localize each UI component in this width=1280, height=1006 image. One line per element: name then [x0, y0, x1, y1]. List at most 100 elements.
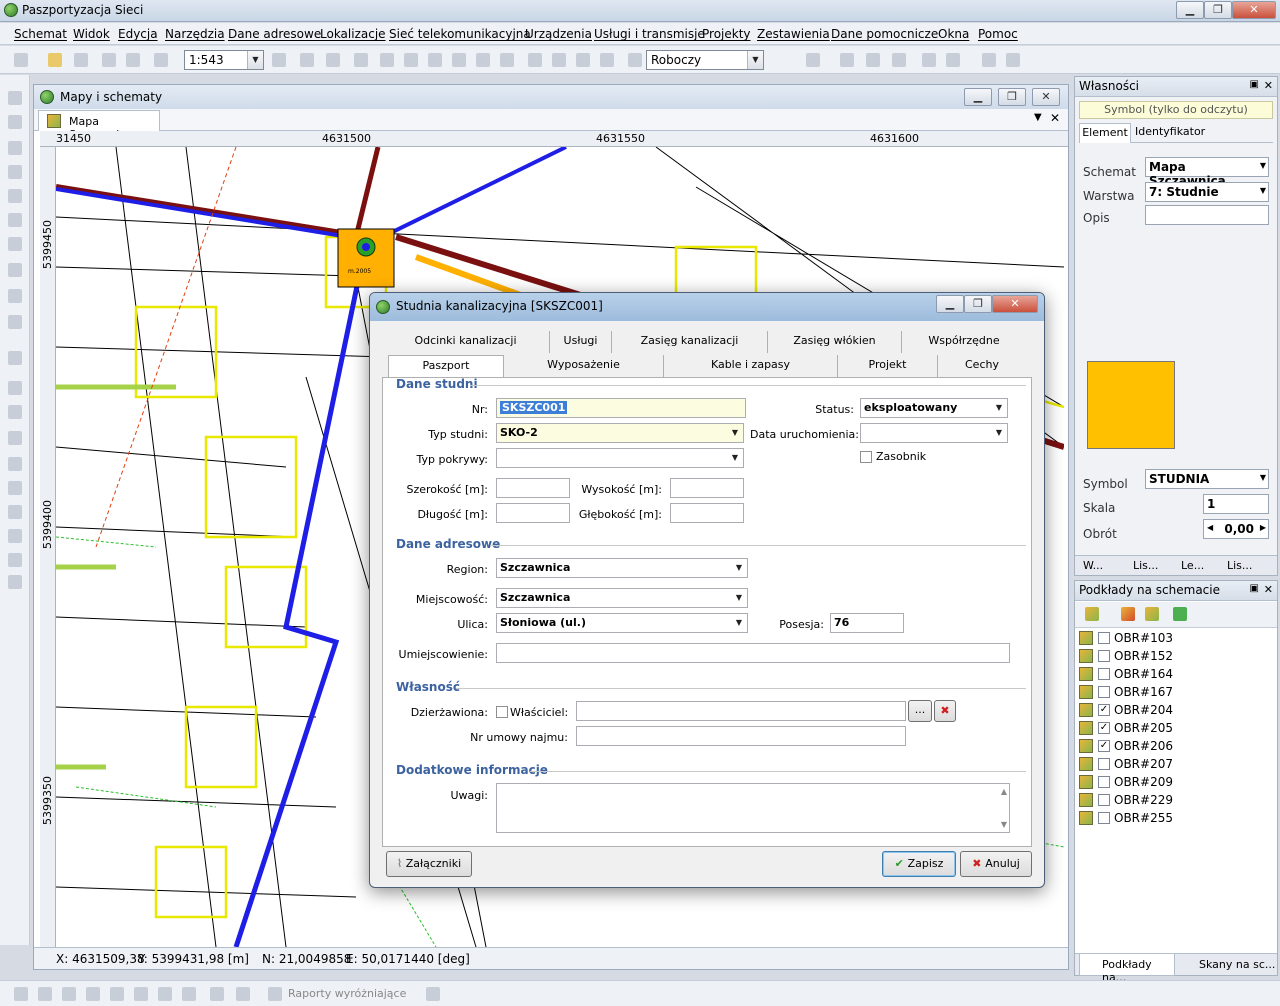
- tool-icon[interactable]: [426, 987, 440, 1001]
- tab-paszport[interactable]: Paszport: [388, 355, 504, 377]
- delete-icon[interactable]: [8, 457, 22, 471]
- layer-checkbox[interactable]: ✓: [1098, 722, 1110, 734]
- pin-icon[interactable]: ▣: [1250, 79, 1259, 90]
- tab-kable[interactable]: Kable i zapasy: [664, 355, 838, 377]
- region-combo[interactable]: Szczawnica ▼: [496, 558, 748, 578]
- grid-icon[interactable]: [354, 53, 368, 67]
- layer-checkbox[interactable]: [1098, 650, 1110, 662]
- menu-lokalizacje[interactable]: Lokalizacje: [320, 27, 386, 41]
- posesja-field[interactable]: 76: [830, 613, 904, 633]
- minimize-icon[interactable]: ▁: [936, 295, 964, 313]
- tool-icon[interactable]: [922, 53, 936, 67]
- zalaczniki-button[interactable]: ⌇ Załączniki: [386, 851, 472, 877]
- dzierzawiona-checkbox[interactable]: [496, 706, 508, 718]
- menu-narzedzia[interactable]: Narzędzia: [165, 27, 225, 41]
- tool-icon[interactable]: [236, 987, 250, 1001]
- tool-icon[interactable]: [8, 213, 22, 227]
- tool-icon[interactable]: [452, 53, 466, 67]
- tool-icon[interactable]: [8, 529, 22, 543]
- tool-icon[interactable]: [86, 987, 100, 1001]
- tab-element[interactable]: Element: [1079, 123, 1131, 143]
- miejscowosc-combo[interactable]: Szczawnica ▼: [496, 588, 748, 608]
- layer-checkbox[interactable]: [1098, 668, 1110, 680]
- layer-checkbox[interactable]: ✓: [1098, 704, 1110, 716]
- menu-dane-adresowe[interactable]: Dane adresowe: [228, 27, 321, 41]
- layer-checkbox[interactable]: [1098, 776, 1110, 788]
- open-folder-icon[interactable]: [48, 53, 62, 67]
- zoom-icon[interactable]: [272, 53, 286, 67]
- maximize-icon[interactable]: ❐: [964, 295, 992, 313]
- tab-projekt[interactable]: Projekt: [838, 355, 938, 377]
- tab-lis-2[interactable]: Lis...: [1227, 559, 1252, 572]
- tool-icon[interactable]: [8, 289, 22, 303]
- tool-icon[interactable]: [300, 53, 314, 67]
- tool-icon[interactable]: [38, 987, 52, 1001]
- obrot-spinner[interactable]: ◀ 0,00 ▶: [1203, 519, 1269, 539]
- glebokosc-field[interactable]: [670, 503, 744, 523]
- reports-button[interactable]: Raporty wyróżniające: [288, 987, 406, 1000]
- info-icon[interactable]: [476, 53, 490, 67]
- tool-icon[interactable]: [8, 481, 22, 495]
- tool-icon[interactable]: [134, 987, 148, 1001]
- close-icon[interactable]: ✕: [1032, 88, 1060, 106]
- print-icon[interactable]: [126, 53, 140, 67]
- tool-icon[interactable]: [1006, 53, 1020, 67]
- menu-edycja[interactable]: Edycja: [118, 27, 158, 41]
- tool-icon[interactable]: [806, 53, 820, 67]
- clear-owner-icon[interactable]: ✖: [934, 700, 956, 722]
- menu-uslugi[interactable]: Usługi i transmisje: [594, 27, 705, 41]
- tab-odcinki[interactable]: Odcinki kanalizacji: [382, 331, 550, 353]
- maximize-icon[interactable]: ❐: [1204, 1, 1232, 19]
- layer-checkbox[interactable]: ✓: [1098, 740, 1110, 752]
- new-icon[interactable]: [14, 53, 28, 67]
- dlugosc-field[interactable]: [496, 503, 570, 523]
- tab-close-icon[interactable]: ✕: [1050, 111, 1060, 125]
- tool-icon[interactable]: [404, 53, 418, 67]
- tool-icon[interactable]: [600, 53, 614, 67]
- pin-icon[interactable]: ▣: [1250, 583, 1259, 594]
- minimize-icon[interactable]: ▁: [964, 88, 992, 106]
- tab-uslugi[interactable]: Usługi: [550, 331, 612, 353]
- tool-icon[interactable]: [982, 53, 996, 67]
- status-combo[interactable]: eksploatowany ▼: [860, 398, 1008, 418]
- tab-dropdown-icon[interactable]: ▼: [1034, 112, 1042, 123]
- refresh-icon[interactable]: [1173, 607, 1187, 621]
- skala-field[interactable]: 1: [1203, 494, 1269, 514]
- tool-icon[interactable]: [8, 141, 22, 155]
- tab-identyfikator[interactable]: Identyfikator: [1135, 125, 1205, 138]
- menu-zestawienia[interactable]: Zestawienia: [757, 27, 830, 41]
- tool-icon[interactable]: [552, 53, 566, 67]
- minimize-icon[interactable]: ▁: [1176, 1, 1204, 19]
- tool-icon[interactable]: [8, 91, 22, 105]
- tool-icon[interactable]: [8, 115, 22, 129]
- menu-schemat[interactable]: Schemat: [14, 27, 67, 41]
- nr-umowy-field[interactable]: [576, 726, 906, 746]
- menu-widok[interactable]: Widok: [73, 27, 110, 41]
- tab-zasieg-kanalizacji[interactable]: Zasięg kanalizacji: [612, 331, 768, 353]
- typ-pokrywy-combo[interactable]: ▼: [496, 448, 744, 468]
- tab-wspolrzedne[interactable]: Współrzędne: [902, 331, 1026, 353]
- layer-props-icon[interactable]: [1145, 607, 1159, 621]
- tool-icon[interactable]: [62, 987, 76, 1001]
- report-icon[interactable]: [268, 987, 282, 1001]
- close-icon[interactable]: ✕: [992, 295, 1038, 313]
- close-icon[interactable]: ✕: [1264, 79, 1273, 92]
- layer-checkbox[interactable]: [1098, 758, 1110, 770]
- tool-icon[interactable]: [866, 53, 880, 67]
- tool-icon[interactable]: [182, 987, 196, 1001]
- tool-icon[interactable]: [380, 53, 394, 67]
- close-icon[interactable]: ✕: [1232, 1, 1276, 19]
- data-uruchomienia-picker[interactable]: ▼: [860, 423, 1008, 443]
- tool-icon[interactable]: [892, 53, 906, 67]
- tool-icon[interactable]: [8, 381, 22, 395]
- tab-podklady[interactable]: Podkłady na...: [1079, 954, 1175, 984]
- tool-icon[interactable]: [8, 351, 22, 365]
- tool-icon[interactable]: [500, 53, 514, 67]
- wysokosc-field[interactable]: [670, 478, 744, 498]
- tool-icon[interactable]: [8, 189, 22, 203]
- tool-icon[interactable]: [428, 53, 442, 67]
- pointer-icon[interactable]: [628, 53, 642, 67]
- wlasciciel-field[interactable]: [576, 701, 906, 721]
- layer-checkbox[interactable]: [1098, 632, 1110, 644]
- zasobnik-checkbox[interactable]: [860, 451, 872, 463]
